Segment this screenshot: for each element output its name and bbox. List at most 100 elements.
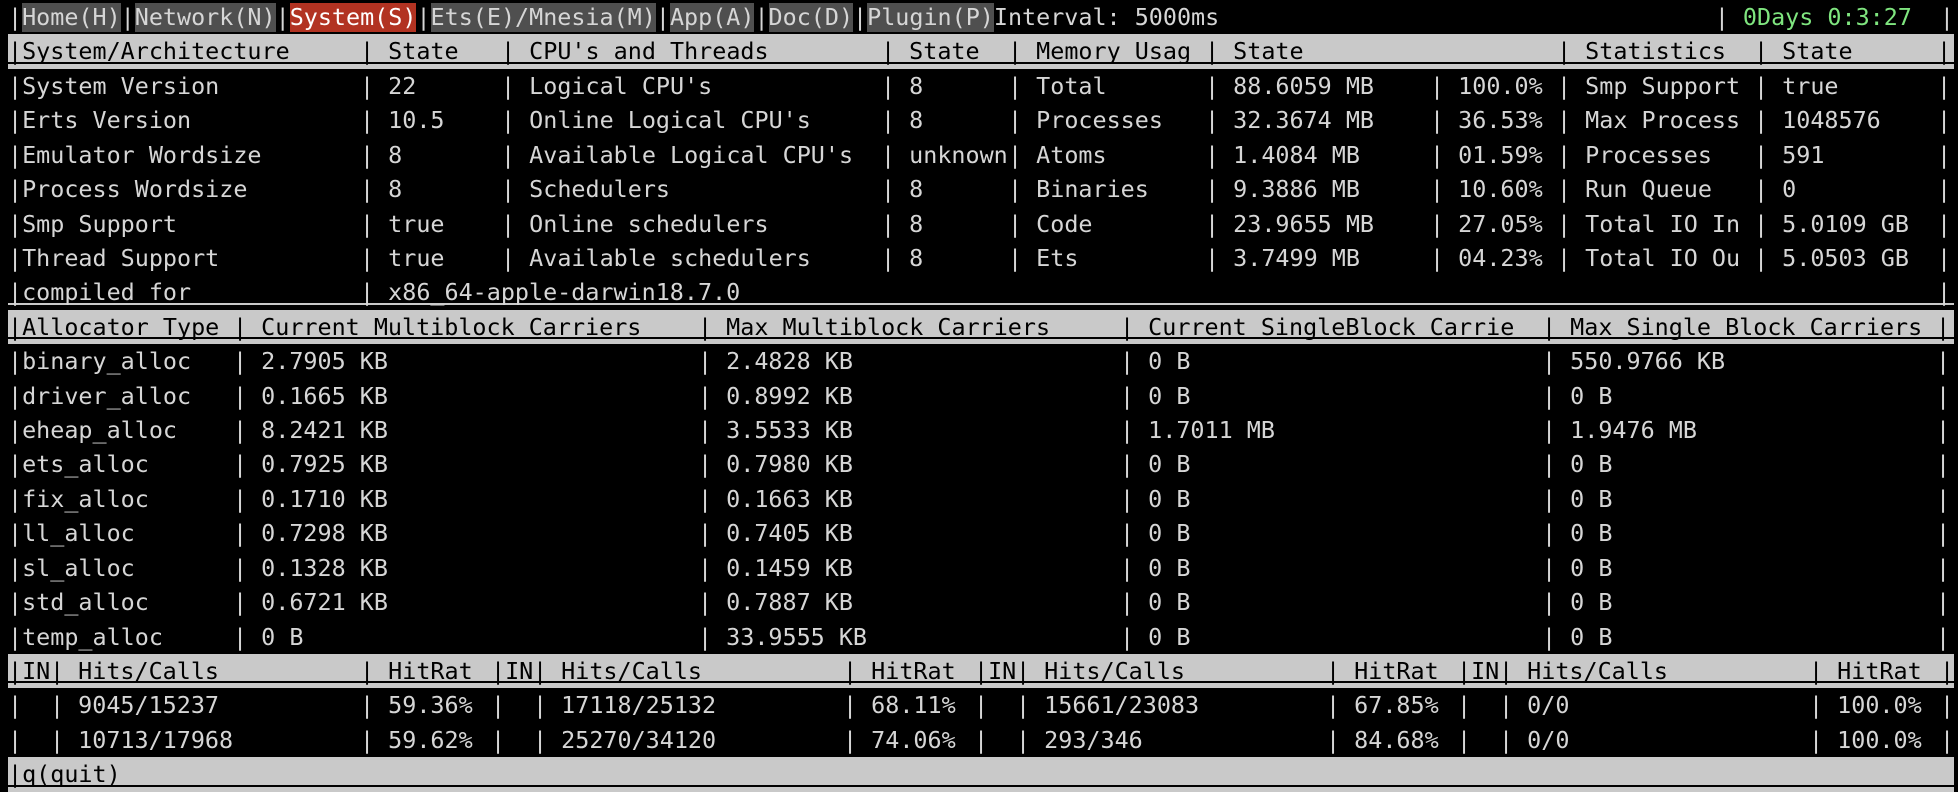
cache-hits-cell: | 293/346 <box>1016 723 1326 757</box>
allocator-row-cell: | 1.9476 MB <box>1542 413 1936 447</box>
allocator-row-end-pipe: | <box>1936 620 1950 654</box>
allocator-row-cell: | 0.1663 KB <box>698 482 1120 516</box>
allocator-row-cell: | 0 B <box>1542 585 1936 619</box>
allocator-row-cell: |std_alloc <box>8 585 233 619</box>
tab-network[interactable]: Network(N) <box>135 3 276 32</box>
allocator-row-cell: |sl_alloc <box>8 551 233 585</box>
system-row-cell: | Atoms <box>1008 138 1205 172</box>
system-row-cell: | 8 <box>881 241 1008 275</box>
allocator-row-cell: | 0 B <box>1120 379 1542 413</box>
tab-plugin[interactable]: Plugin(P) <box>867 3 994 32</box>
allocator-row-cell: | 0.1710 KB <box>233 482 698 516</box>
system-header-cell: |System/Architecture <box>8 34 360 68</box>
system-row-cell: | 10.60% <box>1430 172 1557 206</box>
system-row-cell: |Erts Version <box>8 103 360 137</box>
allocator-table-row: |fix_alloc| 0.1710 KB| 0.1663 KB| 0 B| 0… <box>8 482 1954 516</box>
system-row-cell: | 5.0503 GB <box>1754 241 1937 275</box>
allocator-row-cell: | 0 B <box>1120 482 1542 516</box>
tab-separator: | <box>121 0 135 34</box>
cache-hit-row: |01| 9045/15237| 59.36%|03| 17118/25132|… <box>8 688 1954 722</box>
allocator-header-cell: | Current SingleBlock Carrie <box>1120 310 1542 344</box>
allocator-row-cell: | 0 B <box>1120 585 1542 619</box>
cache-rate-cell: | 59.36% <box>360 688 491 722</box>
system-row-cell: | 0 <box>1754 172 1937 206</box>
system-row-cell: | Run Queue <box>1557 172 1754 206</box>
system-table-row: |Emulator Wordsize| 8| Available Logical… <box>8 138 1954 172</box>
allocator-row-cell: | 0.7925 KB <box>233 447 698 481</box>
allocator-row-cell: | 33.9555 KB <box>698 620 1120 654</box>
allocator-row-cell: | 0 B <box>1542 379 1936 413</box>
allocator-row-cell: | 0 B <box>1542 551 1936 585</box>
allocator-row-end-pipe: | <box>1936 585 1950 619</box>
system-header-cell: | CPU's and Threads <box>501 34 881 68</box>
system-row-cell: | 100.0% <box>1430 69 1557 103</box>
system-row-cell: | 23.9655 MB <box>1205 207 1430 241</box>
allocator-row-cell: |eheap_alloc <box>8 413 233 447</box>
footer-bar: |q(quit) <box>8 757 1954 791</box>
tab-ets-mnesia[interactable]: Ets(E)/Mnesia(M) <box>431 3 656 32</box>
system-row-cell: | 3.7499 MB <box>1205 241 1430 275</box>
cache-in-cell: |01 <box>8 688 50 722</box>
allocator-table: |Allocator Type| Current Multiblock Carr… <box>8 310 1958 654</box>
allocator-row-end-pipe: | <box>1936 379 1950 413</box>
allocator-row-end-pipe: | <box>1936 447 1950 481</box>
allocator-row-cell: | 0.7980 KB <box>698 447 1120 481</box>
system-row-end-pipe: | <box>1937 138 1951 172</box>
system-row-cell: | 8 <box>881 172 1008 206</box>
system-row-cell: | Total IO Ou <box>1557 241 1754 275</box>
cache-rate-cell: | 67.85% <box>1326 688 1457 722</box>
system-table-row: |Smp Support| true| Online schedulers| 8… <box>8 207 1954 241</box>
system-header-cell: | Statistics <box>1557 34 1754 68</box>
system-row-cell: |System Version <box>8 69 360 103</box>
tab-app[interactable]: App(A) <box>670 3 755 32</box>
allocator-row-cell: | 0.1328 KB <box>233 551 698 585</box>
system-row-cell: | 1.4084 MB <box>1205 138 1430 172</box>
system-row-end-pipe: | <box>1937 172 1951 206</box>
system-row-end-pipe: | <box>1937 207 1951 241</box>
allocator-row-cell: |driver_alloc <box>8 379 233 413</box>
tab-separator: | <box>416 0 430 34</box>
allocator-table-row: |temp_alloc| 0 B| 33.9555 KB| 0 B| 0 B| <box>8 620 1954 654</box>
cache-in-cell: |02 <box>8 723 50 757</box>
cache-header-hits: | Hits/Calls <box>1499 654 1809 688</box>
cache-rate-cell: | 100.0% <box>1809 688 1940 722</box>
allocator-row-cell: | 0 B <box>233 620 698 654</box>
allocator-row-cell: | 0.1665 KB <box>233 379 698 413</box>
system-row-cell: | 01.59% <box>1430 138 1557 172</box>
tab-home[interactable]: Home(H) <box>22 3 121 32</box>
footer-pipe: | <box>8 757 22 791</box>
system-row-cell: | 8 <box>881 103 1008 137</box>
system-row-end-pipe: | <box>1937 69 1951 103</box>
cache-header-end-pipe: | <box>1940 654 1954 688</box>
allocator-table-header: |Allocator Type| Current Multiblock Carr… <box>8 310 1954 344</box>
system-row-cell: | Ets <box>1008 241 1205 275</box>
tab-system[interactable]: System(S) <box>290 3 417 32</box>
allocator-header-end-pipe: | <box>1936 310 1950 344</box>
tab-doc[interactable]: Doc(D) <box>769 3 854 32</box>
allocator-header-cell: | Current Multiblock Carriers <box>233 310 698 344</box>
allocator-row-cell: | 8.2421 KB <box>233 413 698 447</box>
system-row-cell: | true <box>1754 69 1937 103</box>
quit-button[interactable]: q(quit) <box>22 757 121 791</box>
system-row-cell: | Total <box>1008 69 1205 103</box>
cache-rate-cell: | 100.0% <box>1809 723 1940 757</box>
system-row-cell: | Max Process <box>1557 103 1754 137</box>
compiled-for-cell: |compiled for <box>8 275 360 309</box>
allocator-row-cell: | 0.7887 KB <box>698 585 1120 619</box>
allocator-row-cell: | 0.1459 KB <box>698 551 1120 585</box>
allocator-row-cell: | 2.7905 KB <box>233 344 698 378</box>
system-row-cell: | Online schedulers <box>501 207 881 241</box>
allocator-row-end-pipe: | <box>1936 344 1950 378</box>
cache-hit-table: |IN| Hits/Calls| HitRat|IN| Hits/Calls| … <box>8 654 1958 757</box>
allocator-row-cell: | 0 B <box>1120 344 1542 378</box>
uptime-left-separator: | <box>1715 0 1729 34</box>
cache-hits-cell: | 9045/15237 <box>50 688 360 722</box>
cache-row-end-pipe: | <box>1940 723 1954 757</box>
allocator-row-cell: | 0.8992 KB <box>698 379 1120 413</box>
system-row-cell: | 8 <box>881 69 1008 103</box>
allocator-header-cell: |Allocator Type <box>8 310 233 344</box>
allocator-header-cell: | Max Single Block Carriers <box>1542 310 1936 344</box>
system-header-cell: | Memory Usag <box>1008 34 1205 68</box>
system-header-cell: | State <box>881 34 1008 68</box>
allocator-row-cell: |binary_alloc <box>8 344 233 378</box>
